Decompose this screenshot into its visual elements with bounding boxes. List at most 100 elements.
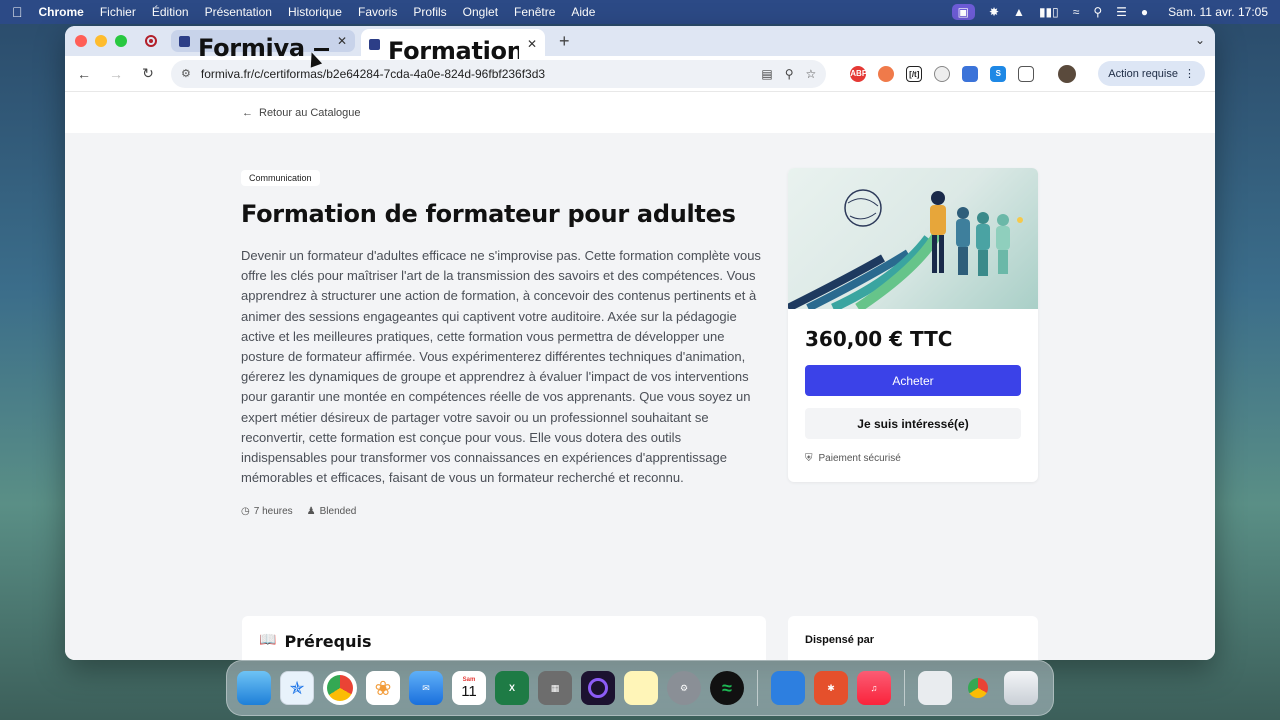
brightness-icon[interactable]: ✸ xyxy=(989,5,999,19)
install-app-icon[interactable]: ▤ xyxy=(761,67,772,81)
adblock-extension-icon[interactable]: ABP xyxy=(850,65,867,82)
apple-menu-icon[interactable]:  xyxy=(12,4,23,20)
reload-icon[interactable]: ↻ xyxy=(139,65,157,82)
puzzle-extensions-icon[interactable] xyxy=(1018,65,1035,82)
menu-aide[interactable]: Aide xyxy=(571,5,595,19)
modality-text: Blended xyxy=(319,506,357,518)
excel-icon[interactable]: X xyxy=(495,671,529,705)
dock-separator xyxy=(904,670,905,706)
course-info: Communication Formation de formateur pou… xyxy=(241,168,766,517)
interested-button[interactable]: Je suis intéressé(e) xyxy=(805,408,1021,439)
category-badge: Communication xyxy=(241,170,320,186)
calendar-icon[interactable]: Sam 11 xyxy=(452,671,486,705)
tab-favicon-icon xyxy=(369,38,380,50)
duration-meta: ◷ 7 heures xyxy=(241,506,293,517)
back-bar: ← Retour au Catalogue xyxy=(65,93,1215,133)
menubar-app-name[interactable]: Chrome xyxy=(39,5,84,19)
control-center-icon[interactable]: ☰ xyxy=(1116,5,1127,19)
tab-formation-formateur[interactable]: Formation de formateur pour ✕ xyxy=(361,29,545,65)
course-description: Devenir un formateur d'adultes efficace … xyxy=(241,248,761,486)
trash-icon[interactable] xyxy=(1004,671,1038,705)
menu-historique[interactable]: Historique xyxy=(288,5,342,19)
record-extension-icon[interactable] xyxy=(934,65,951,82)
wappalyzer-extension-icon[interactable]: [/t] xyxy=(906,65,923,82)
recording-icon[interactable] xyxy=(145,35,157,47)
modality-meta: ♟ Blended xyxy=(307,506,357,517)
spotlight-search-icon[interactable]: ⚲ xyxy=(1093,5,1102,19)
extensions-row: ABP [/t] S xyxy=(850,65,1035,82)
users-icon: ♟ xyxy=(306,506,316,518)
calculator-icon[interactable]: ▦ xyxy=(538,671,572,705)
minimize-window-button[interactable] xyxy=(95,35,107,47)
menubar-clock[interactable]: Sam. 11 avr. 17:05 xyxy=(1168,5,1268,19)
chrome-icon[interactable] xyxy=(323,671,357,705)
tab-formiva-platform[interactable]: Formiva — Plateforme tout-en ✕ xyxy=(171,30,355,62)
notes-icon[interactable] xyxy=(624,671,658,705)
menu-presentation[interactable]: Présentation xyxy=(205,5,272,19)
tab-close-icon[interactable]: ✕ xyxy=(527,37,537,51)
spark-icon[interactable]: ✱ xyxy=(814,671,848,705)
chrome-apps-icon[interactable] xyxy=(961,671,995,705)
photos-icon[interactable]: ❀ xyxy=(366,671,400,705)
zoom-icon[interactable]: ⚲ xyxy=(785,67,794,81)
wifi-icon[interactable]: ≈ xyxy=(1073,5,1080,19)
more-vert-icon: ⋮ xyxy=(1184,68,1195,80)
macos-menubar:  Chrome Fichier Édition Présentation Hi… xyxy=(0,0,1280,24)
window-controls xyxy=(75,35,127,47)
tab-close-icon[interactable]: ✕ xyxy=(337,34,347,48)
s-extension-icon[interactable]: S xyxy=(990,65,1007,82)
new-tab-button[interactable]: + xyxy=(559,31,570,52)
system-settings-icon[interactable]: ⚙ xyxy=(667,671,701,705)
color-picker-extension-icon[interactable] xyxy=(878,65,895,82)
menu-fichier[interactable]: Fichier xyxy=(100,5,136,19)
safari-icon[interactable]: ✯ xyxy=(280,671,314,705)
music-icon[interactable]: ♫ xyxy=(857,671,891,705)
finder-icon[interactable] xyxy=(237,671,271,705)
course-meta: ◷ 7 heures ♟ Blended xyxy=(241,506,766,517)
close-window-button[interactable] xyxy=(75,35,87,47)
site-info-icon[interactable]: ⚙ xyxy=(181,67,191,80)
profile-avatar[interactable] xyxy=(1058,64,1077,83)
prerequisites-section: 📖 Prérequis xyxy=(242,616,766,660)
siri-icon[interactable]: ● xyxy=(1141,5,1148,19)
buy-button[interactable]: Acheter xyxy=(805,365,1021,396)
vpn-icon[interactable]: ▲ xyxy=(1013,5,1025,19)
course-illustration-svg xyxy=(788,189,1023,309)
duration-text: 7 heures xyxy=(253,506,293,518)
secure-payment: ⛨ Paiement sécurisé xyxy=(805,453,1021,464)
translate-extension-icon[interactable] xyxy=(962,65,979,82)
back-arrow-icon[interactable]: ← xyxy=(242,107,253,119)
battery-icon[interactable]: ▮▮▯ xyxy=(1039,5,1059,19)
menu-edition[interactable]: Édition xyxy=(152,5,189,19)
spotify-icon[interactable]: ≈ xyxy=(710,671,744,705)
course-title: Formation de formateur pour adultes xyxy=(241,200,736,228)
screen-recorder-icon[interactable] xyxy=(771,671,805,705)
action-required-label: Action requise xyxy=(1108,67,1178,80)
tab-title: Formation de formateur pour xyxy=(388,37,519,65)
menu-profils[interactable]: Profils xyxy=(413,5,446,19)
mail-icon[interactable]: ✉ xyxy=(409,671,443,705)
forward-arrow-icon[interactable]: → xyxy=(107,66,125,82)
arc-icon[interactable] xyxy=(581,671,615,705)
price-text: 360,00 € TTC xyxy=(805,327,953,351)
action-required-button[interactable]: Action requise ⋮ xyxy=(1098,61,1205,86)
url-text[interactable]: formiva.fr/c/certiformas/b2e64284-7cda-4… xyxy=(201,67,752,81)
screen-recording-icon[interactable]: ▣ xyxy=(951,4,975,20)
bookmark-star-icon[interactable]: ☆ xyxy=(806,67,817,81)
menu-favoris[interactable]: Favoris xyxy=(358,5,397,19)
menu-onglet[interactable]: Onglet xyxy=(463,5,498,19)
downloads-folder-icon[interactable] xyxy=(918,671,952,705)
back-to-catalog-link[interactable]: Retour au Catalogue xyxy=(259,107,361,119)
tab-strip: Formiva — Plateforme tout-en ✕ Formation… xyxy=(65,26,1215,65)
prerequisites-title: Prérequis xyxy=(284,632,372,651)
course-illustration xyxy=(788,168,1038,309)
calendar-day: 11 xyxy=(461,682,477,700)
browser-window: Formiva — Plateforme tout-en ✕ Formation… xyxy=(65,26,1215,660)
macos-dock: ✯ ❀ ✉ Sam 11 X ▦ ⚙ ≈ ✱ ♫ xyxy=(226,660,1054,716)
book-icon: 📖 xyxy=(259,632,277,648)
zoom-window-button[interactable] xyxy=(115,35,127,47)
tab-search-chevron-icon[interactable]: ⌄ xyxy=(1195,33,1205,47)
provider-section: Dispensé par xyxy=(788,616,1038,660)
menu-fenetre[interactable]: Fenêtre xyxy=(514,5,555,19)
back-arrow-icon[interactable]: ← xyxy=(75,66,93,82)
